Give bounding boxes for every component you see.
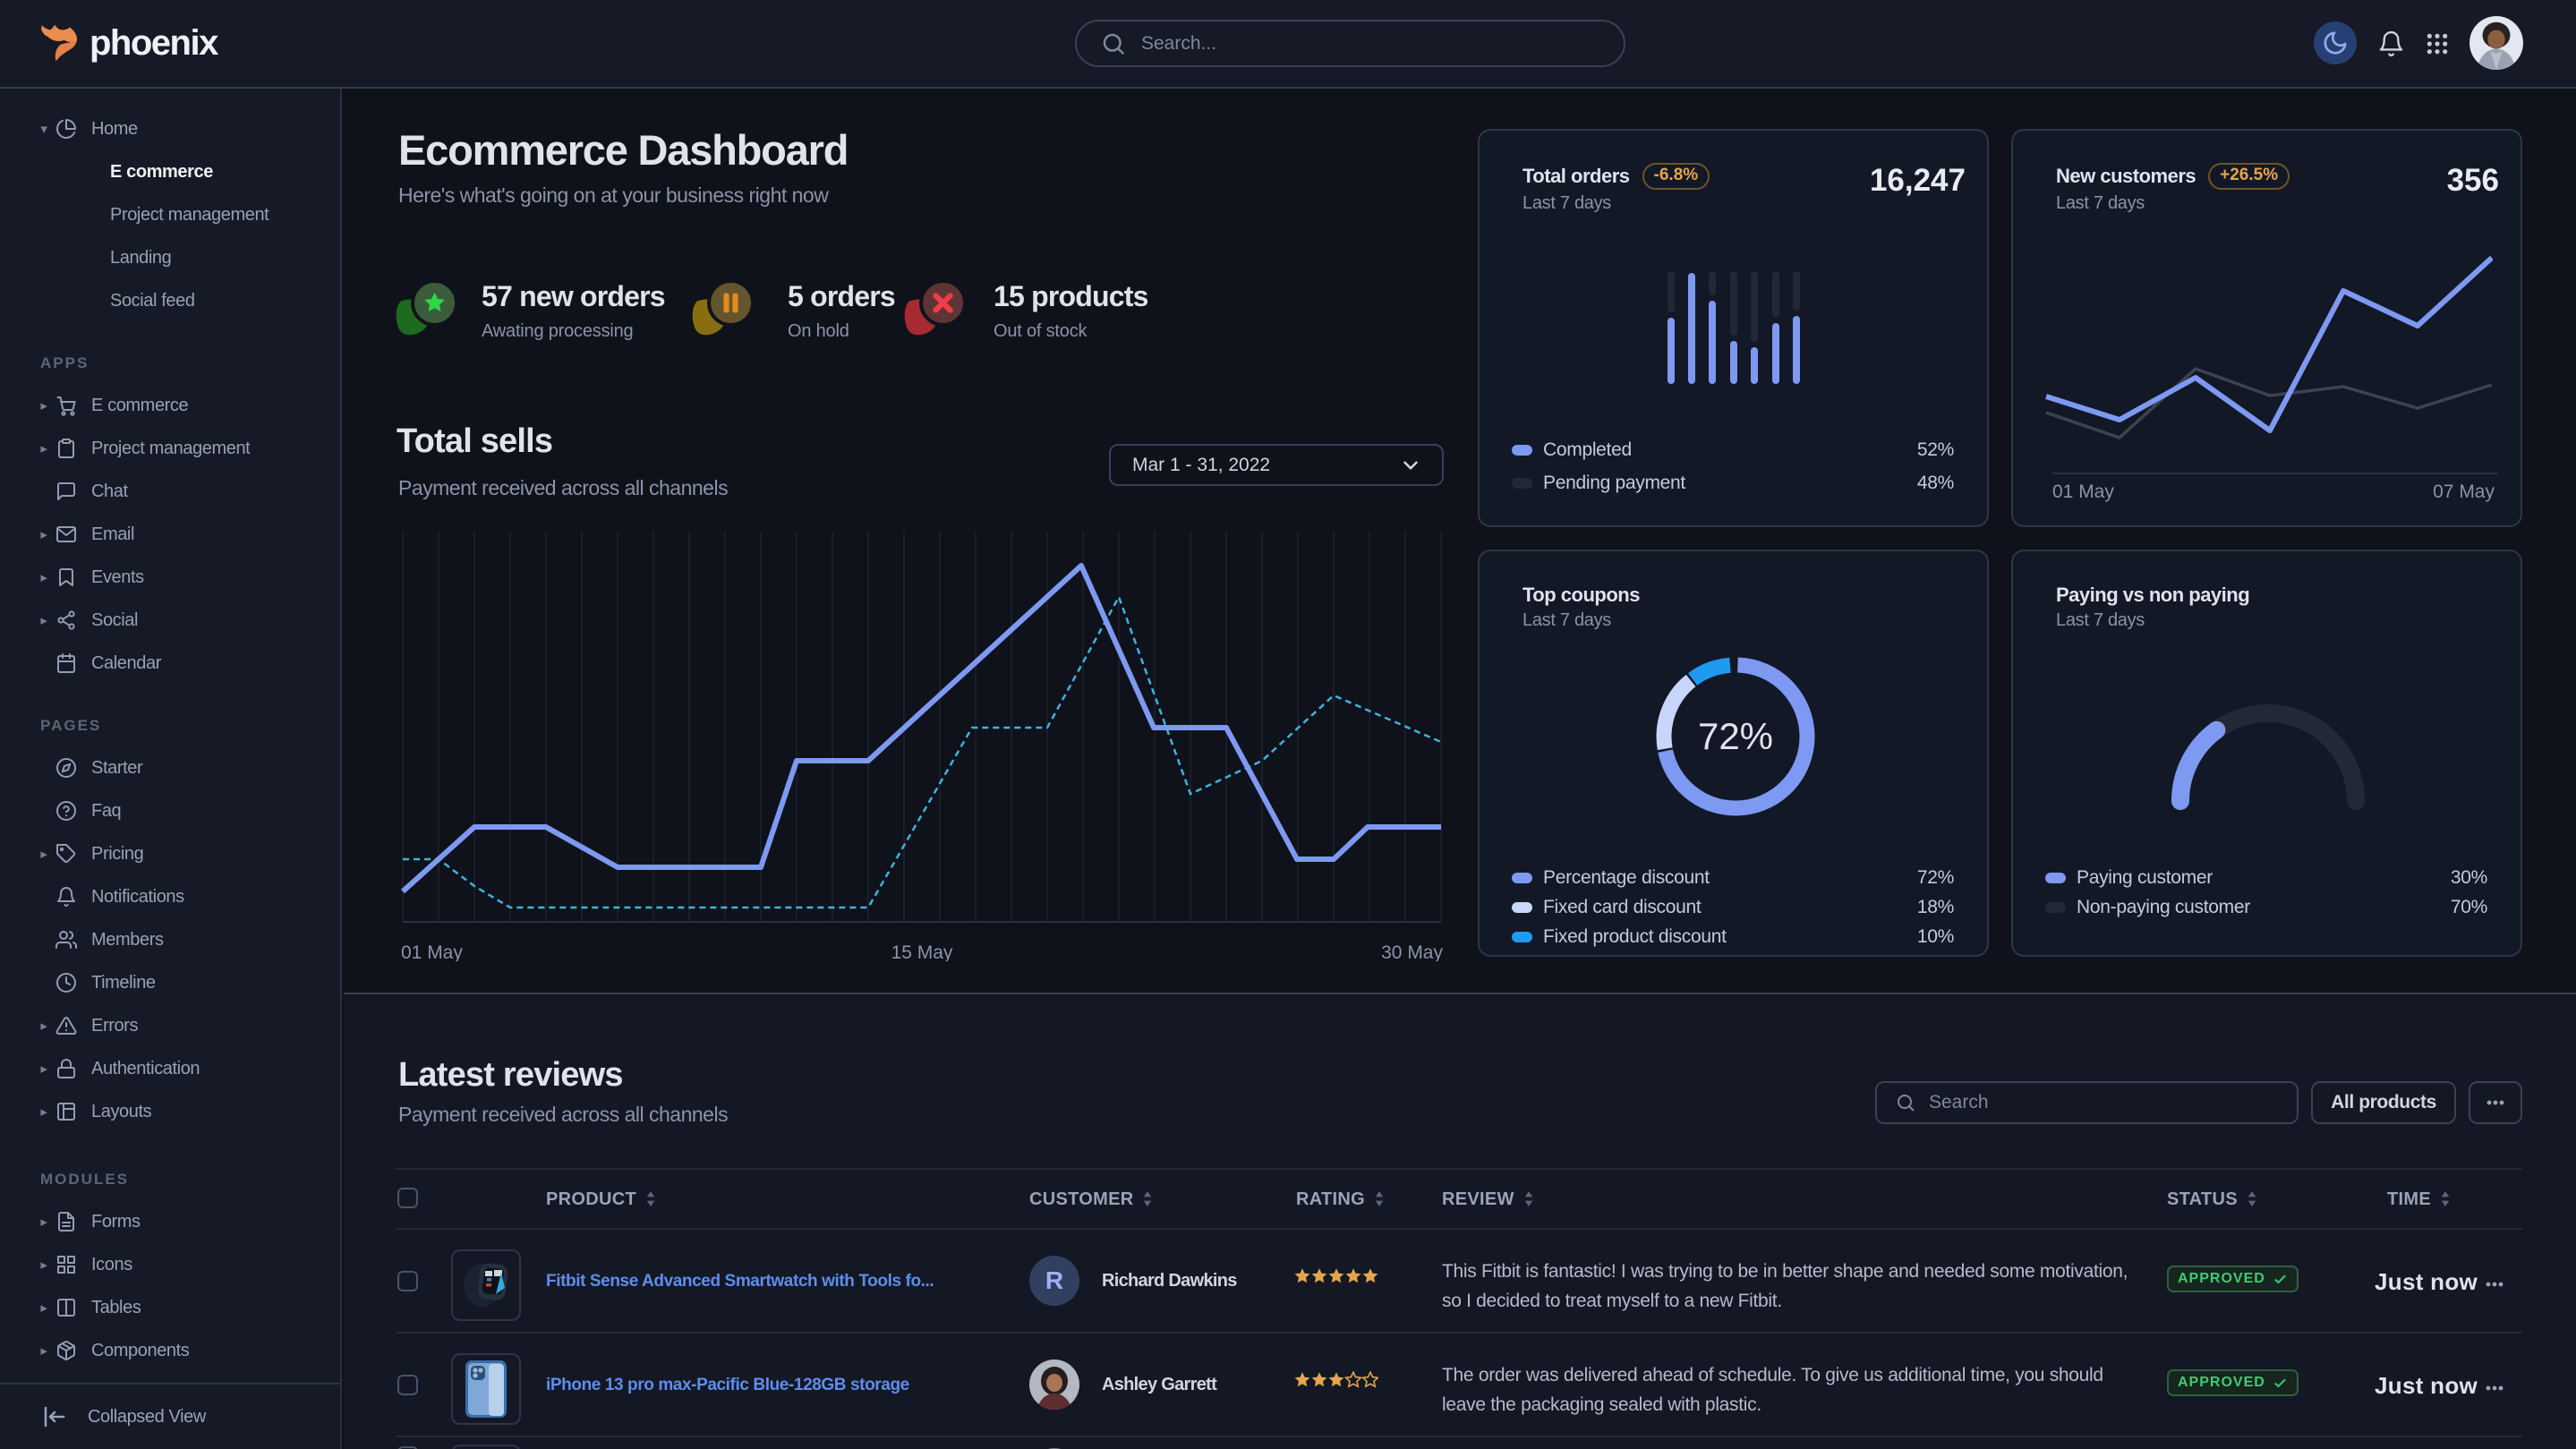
svg-text:01 May: 01 May [401,942,463,961]
svg-text:30 May: 30 May [1381,942,1443,961]
svg-text:72%: 72% [1698,715,1773,757]
svg-text:15 May: 15 May [891,942,953,961]
